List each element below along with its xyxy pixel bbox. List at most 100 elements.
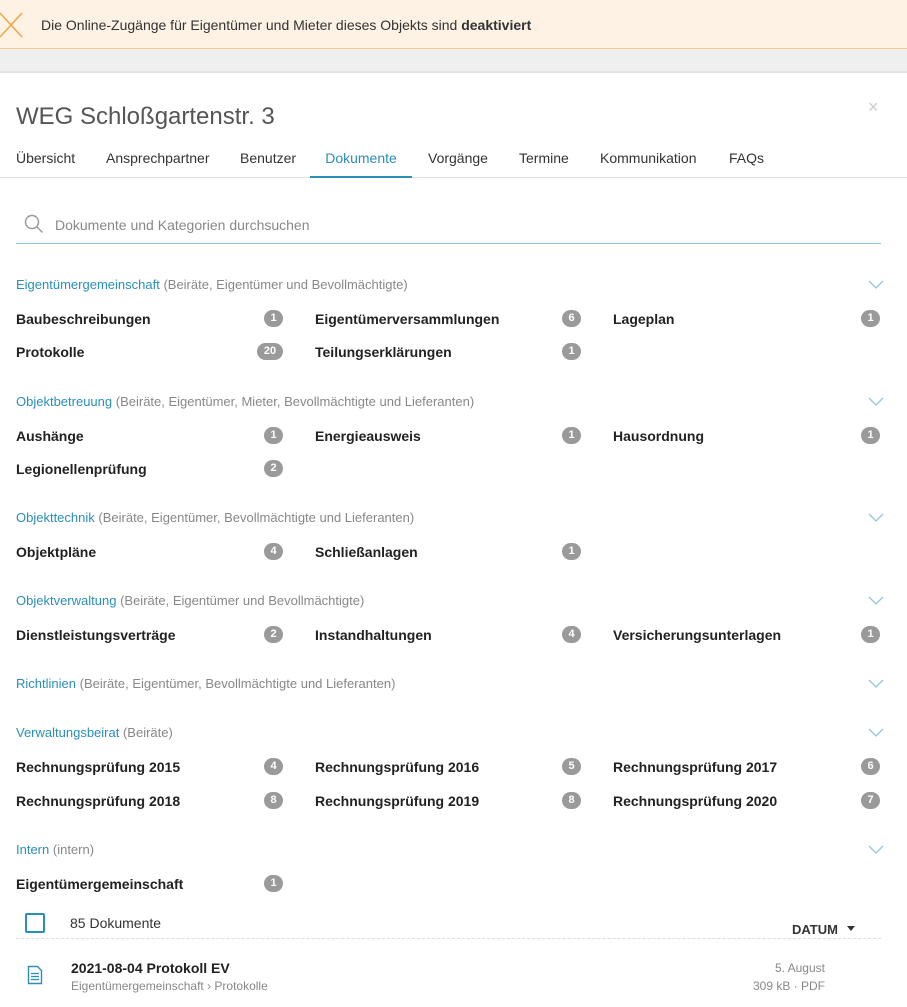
category-item-eigentuemerversammlungen[interactable]: Eigentümerversammlungen [315,311,499,327]
count-badge: 1 [264,875,283,892]
document-date: 5. August [774,961,825,975]
category-item-protokolle[interactable]: Protokolle [16,344,84,360]
category-audience: (Beiräte, Eigentümer, Bevollmächtigte un… [79,676,396,691]
count-badge: 2 [264,460,283,477]
chevron-down-icon[interactable] [868,679,884,689]
category-header-richtlinien[interactable]: Richtlinien (Beiräte, Eigentümer, Bevoll… [16,676,395,691]
category-audience: (Beiräte, Eigentümer, Mieter, Bevollmäch… [115,394,475,409]
count-badge: 4 [264,758,283,775]
category-item-versicherungsunterlagen[interactable]: Versicherungsunterlagen [613,627,781,643]
banner-text: Die Online-Zugänge für Eigentümer und Mi… [41,17,458,33]
close-x-icon [0,12,23,38]
category-item-rechnungspruefung-2016[interactable]: Rechnungsprüfung 2016 [315,759,479,775]
search-icon [24,214,43,233]
category-audience: (Beiräte, Eigentümer und Bevollmächtigte… [163,277,408,292]
category-name: Verwaltungsbeirat [16,725,120,740]
category-header-objektverwaltung[interactable]: Objektverwaltung (Beiräte, Eigentümer un… [16,593,364,608]
count-badge: 7 [861,792,880,809]
chevron-down-icon[interactable] [868,513,884,523]
category-name: Objektverwaltung [16,593,117,608]
count-badge: 1 [562,543,581,560]
sort-button[interactable]: DATUM [792,922,838,937]
document-count: 85 Dokumente [70,915,162,931]
category-item-lageplan[interactable]: Lageplan [613,311,674,327]
count-badge: 1 [562,343,581,360]
count-badge: 1 [562,427,581,444]
category-item-rechnungspruefung-2017[interactable]: Rechnungsprüfung 2017 [613,759,777,775]
count-badge: 1 [861,310,880,327]
category-item-energieausweis[interactable]: Energieausweis [315,428,421,444]
tab-termine[interactable]: Termine [519,150,569,178]
access-disabled-banner: Die Online-Zugänge für Eigentümer und Mi… [0,0,907,49]
category-name: Eigentümergemeinschaft [16,277,160,292]
category-item-objektplaene[interactable]: Objektpläne [16,544,96,560]
search-input[interactable] [55,217,855,233]
chevron-down-icon[interactable] [868,596,884,606]
chevron-down-icon[interactable] [868,397,884,407]
category-item-rechnungspruefung-2020[interactable]: Rechnungsprüfung 2020 [613,793,777,809]
chevron-down-icon[interactable] [868,280,884,290]
count-badge: 4 [562,626,581,643]
category-header-intern[interactable]: Intern (intern) [16,842,94,857]
count-badge: 4 [264,543,283,560]
category-item-rechnungspruefung-2015[interactable]: Rechnungsprüfung 2015 [16,759,180,775]
count-badge: 1 [264,310,283,327]
caret-down-icon[interactable] [847,926,855,931]
document-path: Eigentümergemeinschaft › Protokolle [71,979,268,993]
tab-benutzer[interactable]: Benutzer [240,150,296,178]
count-badge: 6 [861,758,880,775]
category-header-objekttechnik[interactable]: Objekttechnik (Beiräte, Eigentümer, Bevo… [16,510,414,525]
count-badge: 2 [264,626,283,643]
category-item-dienstleistungsvertraege[interactable]: Dienstleistungsverträge [16,627,176,643]
chevron-down-icon[interactable] [868,845,884,855]
category-item-rechnungspruefung-2019[interactable]: Rechnungsprüfung 2019 [315,793,479,809]
count-badge: 8 [562,792,581,809]
category-item-teilungserklaerungen[interactable]: Teilungserklärungen [315,344,452,360]
banner-status: deaktiviert [461,17,532,33]
count-badge: 1 [264,427,283,444]
category-header-eigentuemergemeinschaft[interactable]: Eigentümergemeinschaft (Beiräte, Eigentü… [16,277,408,292]
category-item-schliessanlagen[interactable]: Schließanlagen [315,544,418,560]
category-item-baubeschreibungen[interactable]: Baubeschreibungen [16,311,151,327]
tab-faqs[interactable]: FAQs [729,150,764,178]
document-title[interactable]: 2021-08-04 Protokoll EV [71,960,230,976]
category-item-aushaenge[interactable]: Aushänge [16,428,84,444]
category-item-instandhaltungen[interactable]: Instandhaltungen [315,627,432,643]
category-name: Intern [16,842,50,857]
category-name: Richtlinien [16,676,76,691]
close-button[interactable]: × [868,97,879,118]
category-audience: (Beiräte) [122,725,173,740]
category-item-rechnungspruefung-2018[interactable]: Rechnungsprüfung 2018 [16,793,180,809]
category-name: Objekttechnik [16,510,95,525]
count-badge: 5 [562,758,581,775]
count-badge: 1 [861,626,880,643]
search-bar [16,208,881,244]
count-badge: 20 [257,343,283,360]
category-name: Objektbetreuung [16,394,113,409]
count-badge: 1 [861,427,880,444]
category-audience: (Beiräte, Eigentümer und Bevollmächtigte… [120,593,365,608]
count-badge: 6 [562,310,581,327]
count-badge: 8 [264,792,283,809]
page-title: WEG Schloßgartenstr. 3 [16,103,275,130]
tab-ansprechpartner[interactable]: Ansprechpartner [106,150,210,178]
select-all-checkbox[interactable] [25,913,45,933]
document-icon [27,965,43,985]
chevron-down-icon[interactable] [868,728,884,738]
tab-dokumente[interactable]: Dokumente [310,150,412,178]
category-item-intern-eigentuemergemeinschaft[interactable]: Eigentümergemeinschaft [16,876,183,892]
category-item-legionellenpruefung[interactable]: Legionellenprüfung [16,461,147,477]
tab-kommunikation[interactable]: Kommunikation [600,150,697,178]
document-size-type: 309 kB · PDF [752,979,825,993]
tab-bar: Übersicht Ansprechpartner Benutzer Dokum… [0,140,907,178]
divider [16,938,881,939]
category-audience: (intern) [52,842,95,857]
tab-vorgaenge[interactable]: Vorgänge [428,150,488,178]
backdrop [0,49,907,72]
banner-message: Die Online-Zugänge für Eigentümer und Mi… [41,17,531,33]
category-item-hausordnung[interactable]: Hausordnung [613,428,704,444]
category-audience: (Beiräte, Eigentümer, Bevollmächtigte un… [98,510,415,525]
category-header-verwaltungsbeirat[interactable]: Verwaltungsbeirat (Beiräte) [16,725,173,740]
category-header-objektbetreuung[interactable]: Objektbetreuung (Beiräte, Eigentümer, Mi… [16,394,474,409]
tab-uebersicht[interactable]: Übersicht [16,150,75,178]
